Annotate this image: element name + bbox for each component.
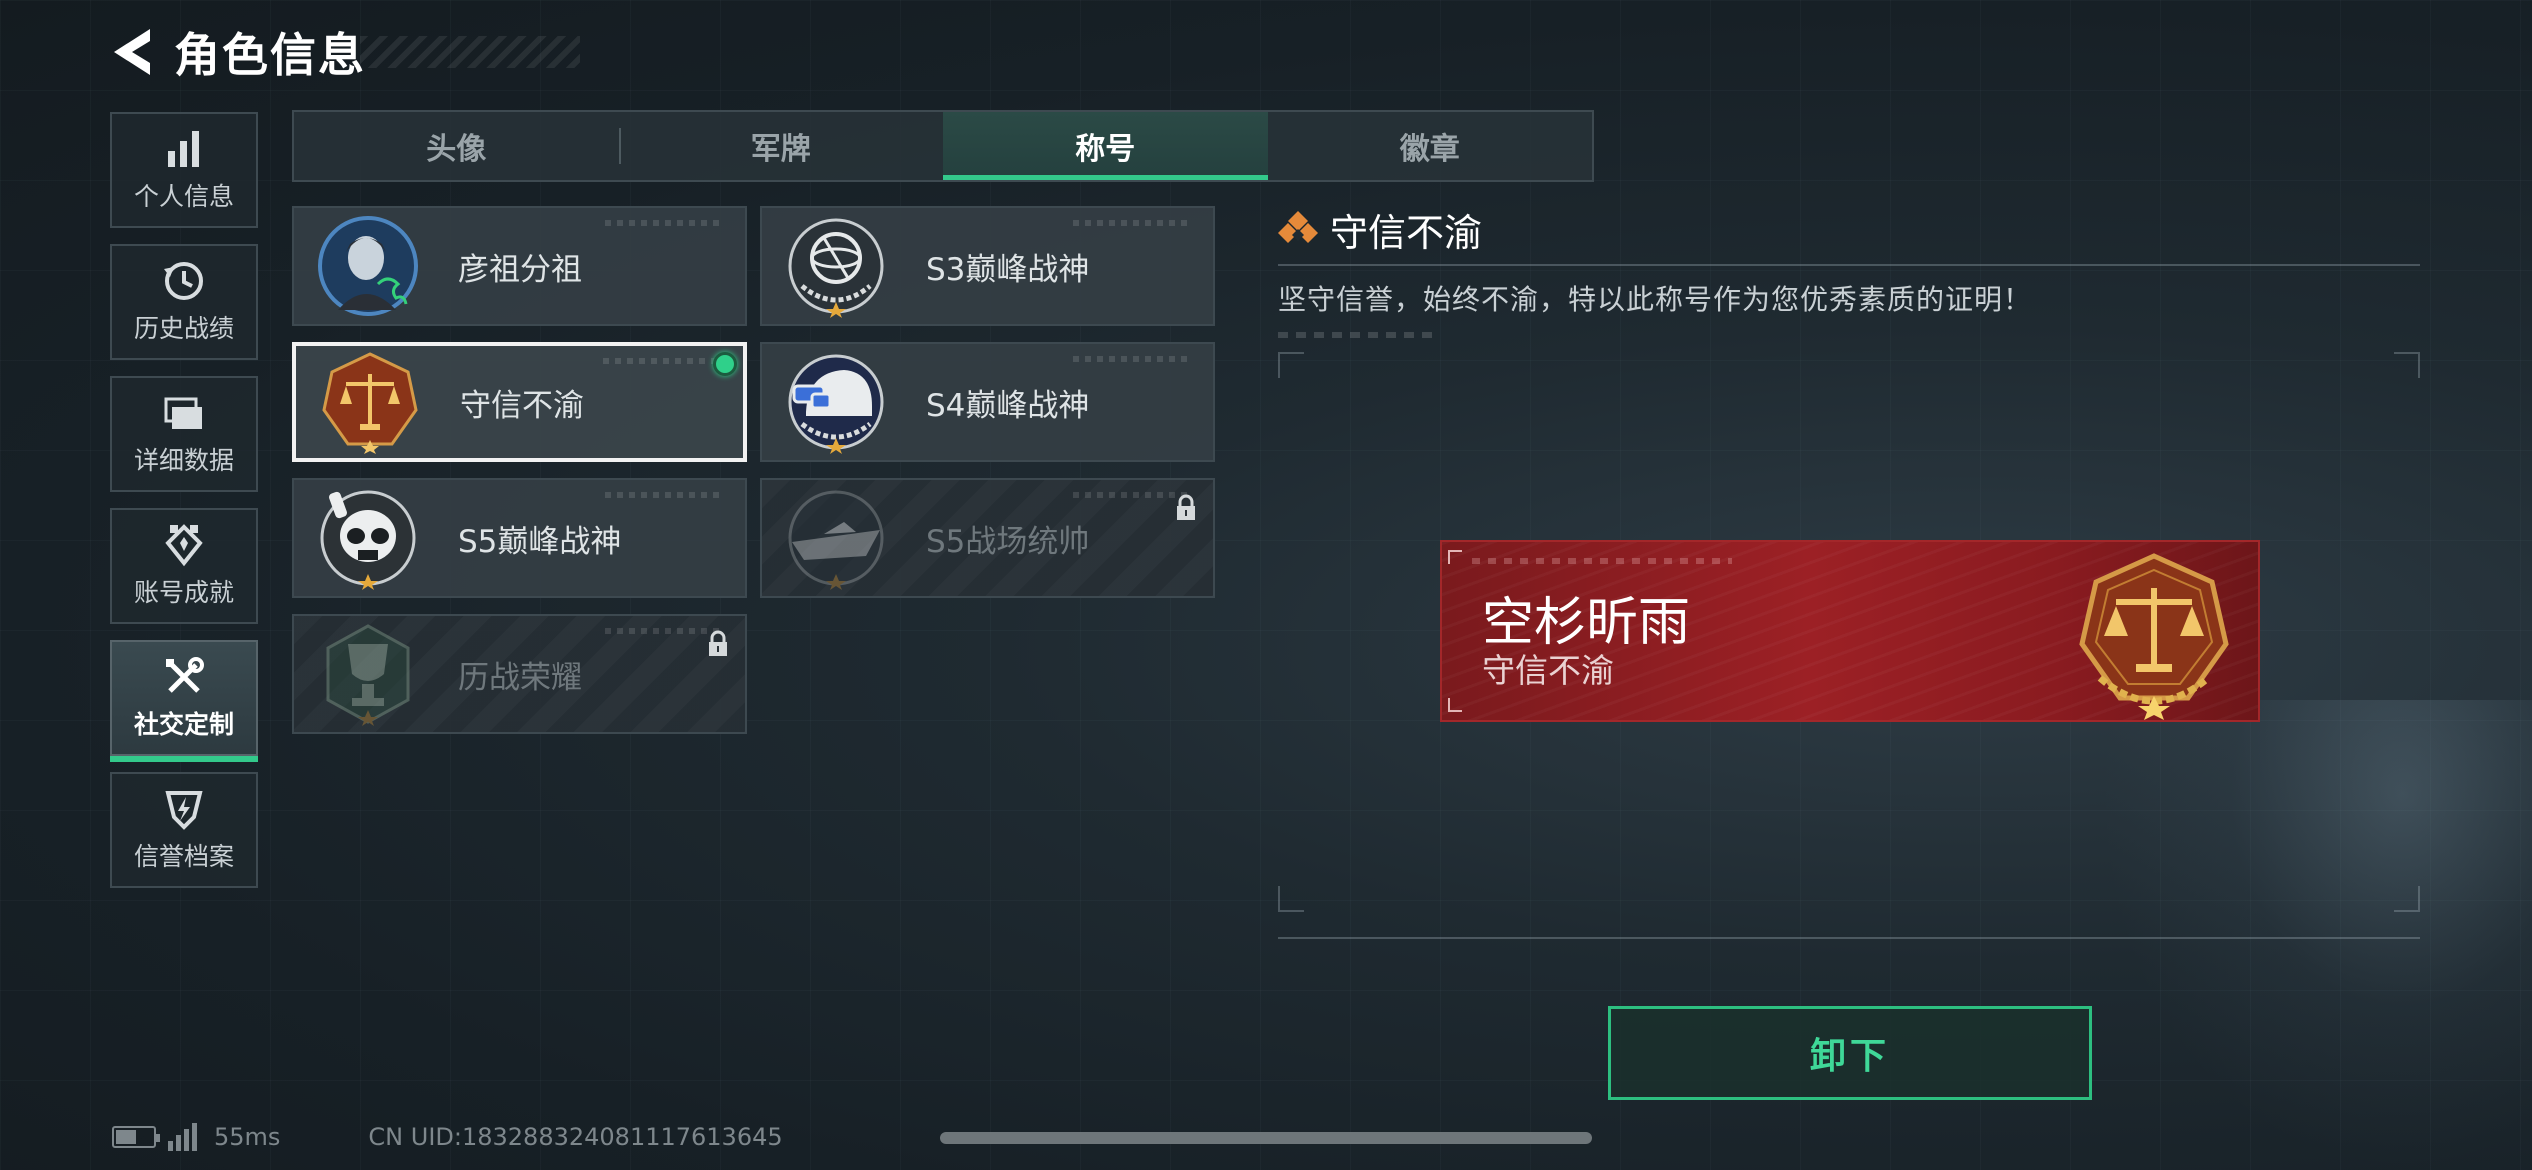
title-card-label: S4巅峰战神 (926, 387, 1090, 424)
sidebar-item-personal-info[interactable]: 个人信息 (110, 112, 258, 228)
sidebar-item-label: 详细数据 (133, 446, 234, 475)
title-card-label: 守信不渝 (460, 387, 584, 424)
banner-corner (1448, 550, 1462, 564)
sidebar-item-detailed-data[interactable]: 详细数据 (110, 376, 258, 492)
sidebar-item-label: 账号成就 (133, 578, 234, 607)
sidebar-item-label: 个人信息 (133, 182, 234, 211)
tools-icon (166, 657, 204, 693)
decorative-dashes (1278, 332, 1438, 338)
title-card[interactable]: 彦祖分祖 (292, 206, 747, 326)
tab-badge[interactable]: 徽章 (1268, 112, 1593, 180)
globe-emblem-icon (788, 218, 884, 318)
skull-emblem-icon (320, 490, 416, 590)
divider (1278, 937, 2420, 939)
frame-corner (1278, 352, 1304, 378)
sidebar: 个人信息 历史战绩 详细数据 账号成就 社交定制 信誉档案 (110, 112, 258, 904)
history-icon (164, 262, 203, 300)
detail-title: 守信不渝 (1330, 210, 1483, 255)
player-uid: CN UID:1832883240811176136​45 (368, 1123, 783, 1151)
helmet-emblem-icon (788, 354, 884, 454)
sidebar-item-social-custom[interactable]: 社交定制 (110, 640, 258, 762)
title-card-locked[interactable]: S5战场统帅 (760, 478, 1215, 598)
title-decoration (360, 36, 580, 68)
equipped-indicator (713, 352, 737, 376)
title-card[interactable]: S4巅峰战神 (760, 342, 1215, 462)
battery-icon (112, 1126, 160, 1148)
detail-description: 坚守信誉，始终不渝，特以此称号作为您优秀素质的证明！ (1278, 283, 2033, 316)
boat-emblem-icon (788, 490, 884, 590)
achievement-icon (165, 524, 203, 567)
lock-icon (1177, 494, 1195, 520)
bar-chart-icon (168, 131, 199, 167)
frame-corner (1278, 886, 1304, 912)
back-arrow-icon[interactable] (110, 27, 154, 77)
banner-corner (1448, 698, 1462, 712)
status-bar: 55ms CN UID:1832883240811176136​45 (112, 1120, 783, 1154)
sidebar-item-history[interactable]: 历史战绩 (110, 244, 258, 360)
title-card-label: S3巅峰战神 (926, 251, 1090, 288)
sidebar-item-credit-record[interactable]: 信誉档案 (110, 772, 258, 888)
lock-icon (709, 630, 727, 656)
tab-bar: 头像 军牌 称号 徽章 (292, 110, 1594, 182)
scales-badge-icon (2079, 553, 2229, 720)
title-card[interactable]: S5巅峰战神 (292, 478, 747, 598)
header: 角色信息 (110, 22, 366, 82)
tab-avatar[interactable]: 头像 (294, 112, 619, 180)
folder-icon (164, 397, 202, 429)
frame-corner (2394, 352, 2420, 378)
diamond-emblem-icon (1278, 211, 1318, 243)
ping-value: 55ms (214, 1123, 281, 1151)
title-card-label: S5战场统帅 (926, 523, 1090, 560)
title-detail-panel: 守信不渝 坚守信誉，始终不渝，特以此称号作为您优秀素质的证明！ (1278, 204, 2420, 338)
title-card-selected[interactable]: 守信不渝 (292, 342, 747, 462)
title-card-label: S5巅峰战神 (458, 523, 622, 560)
background-storm (2100, 700, 2532, 1170)
credit-icon (165, 791, 203, 830)
sidebar-item-achievements[interactable]: 账号成就 (110, 508, 258, 624)
scales-emblem-icon (322, 352, 418, 454)
sidebar-item-label: 社交定制 (133, 710, 234, 739)
divider (1278, 264, 2420, 266)
home-indicator[interactable] (940, 1132, 1592, 1144)
title-card-locked[interactable]: 历战荣耀 (292, 614, 747, 734)
sidebar-item-label: 信誉档案 (133, 842, 234, 871)
banner-title-text: 守信不渝 (1482, 651, 1614, 690)
tab-title[interactable]: 称号 (943, 112, 1268, 180)
unequip-button[interactable]: 卸下 (1608, 1006, 2092, 1100)
portrait-emblem-icon (318, 216, 418, 316)
title-card-label: 历战荣耀 (458, 659, 582, 696)
tab-dog-tag[interactable]: 军牌 (618, 112, 944, 180)
page-title: 角色信息 (174, 28, 366, 82)
banner-decoration (1472, 558, 1732, 564)
sidebar-item-label: 历史战绩 (133, 314, 234, 343)
signal-icon (168, 1123, 197, 1151)
detail-header: 守信不渝 (1278, 204, 2420, 255)
title-card[interactable]: S3巅峰战神 (760, 206, 1215, 326)
frame-corner (2394, 886, 2420, 912)
trophy-emblem-icon (326, 624, 410, 726)
title-preview-banner: 空杉昕雨 守信不渝 (1440, 540, 2260, 722)
title-card-label: 彦祖分祖 (458, 251, 582, 288)
